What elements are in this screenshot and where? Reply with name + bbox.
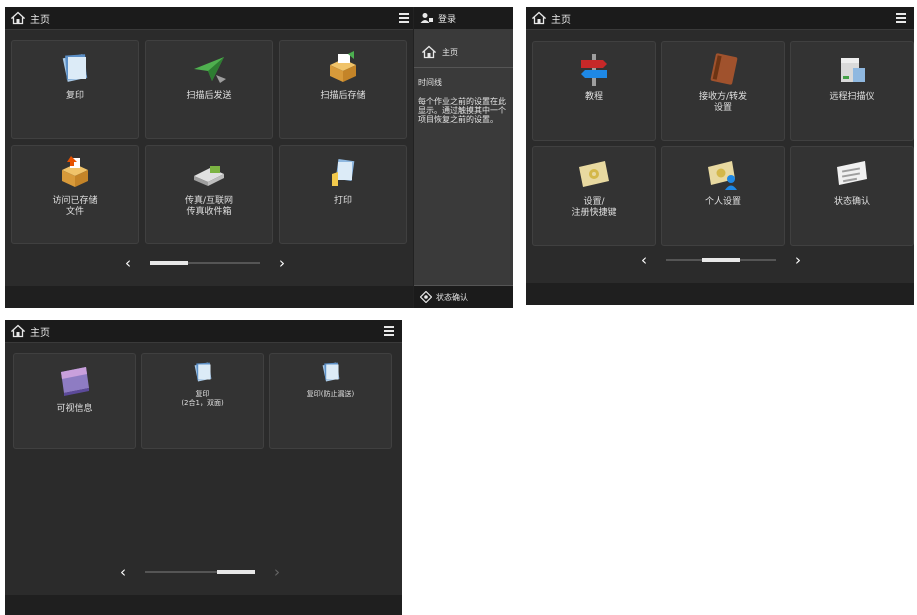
bottom-bar — [5, 595, 402, 615]
side-home-button[interactable]: 主页 — [414, 37, 513, 68]
home-icon[interactable] — [532, 11, 546, 25]
chevron-right-icon: › — [274, 563, 280, 581]
tile-label: 可视信息 — [56, 404, 93, 414]
login-bar[interactable]: 登录 — [414, 7, 513, 29]
tile-label: 接收方/转发 设置 — [698, 92, 748, 113]
send-plane-icon — [194, 57, 226, 83]
timeline-side-panel: 登录 主页 时间线 每个作业之前的设置在此显示。通过触摸其中一个项目恢复之前的设… — [413, 7, 513, 308]
top-bar: 主页 — [5, 320, 402, 343]
tile-label: 设置/ 注册快捷键 — [571, 197, 617, 218]
remote-scanner-tile[interactable]: 远程扫描仪 — [790, 41, 914, 141]
home-label: 主页 — [551, 14, 571, 26]
copy-2in1-duplex-tile[interactable]: 复印 (2合1，双面) — [141, 353, 264, 449]
print-icon — [332, 158, 355, 186]
tile-label: 教程 — [584, 92, 603, 102]
side-home-label: 主页 — [442, 47, 458, 57]
stored-files-tile[interactable]: 访问已存储 文件 — [11, 145, 139, 244]
scan-store-tile[interactable]: 扫描后存储 — [279, 40, 407, 139]
fax-inbox-icon — [194, 166, 224, 186]
tile-label: 状态确认 — [833, 197, 870, 207]
copy-icon — [62, 54, 88, 82]
chevron-left-icon[interactable]: ‹ — [636, 252, 652, 268]
visual-message-tile[interactable]: 可视信息 — [13, 353, 136, 449]
page-indicator: ‹ › — [120, 255, 290, 271]
tile-label: 复印(防止漏送) — [306, 390, 355, 398]
tile-label: 扫描后存储 — [320, 91, 366, 101]
menu-button[interactable] — [892, 10, 910, 26]
scan-store-icon — [330, 51, 356, 82]
tile-label: 复印 — [65, 91, 84, 101]
top-bar: 主页 — [526, 7, 914, 30]
status-check-tile[interactable]: 状态确认 — [790, 146, 914, 246]
home-screen-page-1: 主页 复印 扫描后发送 扫描后存储 访问已存储 文件 传真/互联网 传真收件箱 … — [5, 7, 513, 308]
timeline-title: 时间线 — [418, 78, 442, 87]
home-screen-page-2: 主页 教程 接收方/转发 设置 远程扫描仪 设置/ 注册快捷键 个人设置 状态确… — [526, 7, 914, 305]
page-indicator: ‹ › — [636, 252, 806, 268]
status-check-icon — [837, 161, 867, 185]
home-label: 主页 — [30, 14, 50, 26]
address-book-icon — [710, 53, 738, 85]
register-shortcut-tile[interactable]: 设置/ 注册快捷键 — [532, 146, 656, 246]
copy-tile[interactable]: 复印 — [11, 40, 139, 139]
home-icon[interactable] — [11, 324, 25, 338]
personal-settings-icon — [708, 161, 737, 190]
signpost-icon — [581, 54, 607, 86]
chevron-left-icon[interactable]: ‹ — [120, 255, 136, 271]
tile-label: 个人设置 — [704, 197, 741, 207]
menu-button[interactable] — [380, 323, 398, 339]
page-scroll-track — [666, 258, 776, 262]
tile-label: 访问已存储 文件 — [52, 196, 98, 217]
home-label: 主页 — [30, 327, 50, 339]
visual-message-icon — [60, 367, 89, 396]
home-icon — [422, 45, 436, 59]
chevron-left-icon[interactable]: ‹ — [115, 564, 131, 580]
copy-prevent-icon — [322, 362, 339, 382]
copy-2in1-icon — [194, 362, 211, 382]
scan-send-tile[interactable]: 扫描后发送 — [145, 40, 273, 139]
login-label: 登录 — [438, 14, 457, 25]
user-login-icon — [420, 13, 433, 23]
bottom-bar — [5, 286, 413, 308]
home-screen-page-3: 主页 可视信息 复印 (2合1，双面) 复印(防止漏送) ‹ › — [5, 320, 402, 615]
menu-button[interactable] — [395, 10, 413, 26]
tile-label: 远程扫描仪 — [829, 92, 875, 102]
tile-label: 扫描后发送 — [186, 91, 232, 101]
tile-label: 复印 (2合1，双面) — [181, 390, 224, 407]
page-scroll-track — [145, 570, 255, 574]
copy-prevent-tile[interactable]: 复印(防止漏送) — [269, 353, 392, 449]
home-icon[interactable] — [11, 11, 25, 25]
tile-label: 打印 — [333, 196, 352, 206]
tile-label: 传真/互联网 传真收件箱 — [184, 196, 234, 217]
stored-files-icon — [62, 156, 88, 187]
status-check-button[interactable]: 状态确认 — [414, 285, 513, 308]
remote-scanner-icon — [841, 58, 865, 82]
personal-settings-tile[interactable]: 个人设置 — [661, 146, 785, 246]
fax-inbox-tile[interactable]: 传真/互联网 传真收件箱 — [145, 145, 273, 244]
timeline-description: 每个作业之前的设置在此显示。通过触摸其中一个项目恢复之前的设置。 — [418, 97, 506, 124]
bottom-bar — [526, 283, 914, 305]
tutorial-tile[interactable]: 教程 — [532, 41, 656, 141]
chevron-right-icon[interactable]: › — [274, 255, 290, 271]
settings-shortcut-icon — [579, 161, 609, 187]
status-diamond-icon — [420, 291, 432, 303]
destination-forward-settings-tile[interactable]: 接收方/转发 设置 — [661, 41, 785, 141]
page-scroll-track — [150, 261, 260, 265]
chevron-right-icon[interactable]: › — [790, 252, 806, 268]
status-check-label: 状态确认 — [436, 292, 468, 302]
print-tile[interactable]: 打印 — [279, 145, 407, 244]
page-indicator: ‹ › — [115, 564, 285, 580]
